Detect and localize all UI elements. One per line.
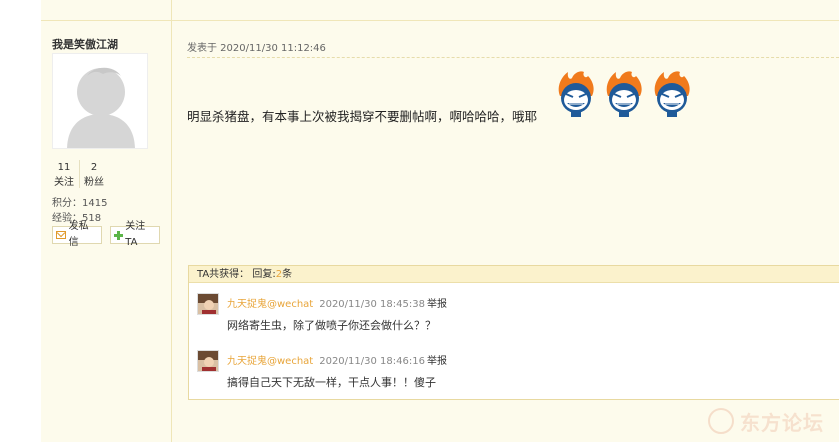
replies-panel: TA共获得： 回复:2条 九天捉鬼@wechat 2020/11/30 18:45… [188,265,839,400]
reply-meta: 九天捉鬼@wechat 2020/11/30 18:46:16 举报 [227,352,447,367]
replies-header: TA共获得： 回复:2条 [189,266,839,283]
site-watermark: 东方论坛 [708,404,834,438]
replies-header-suffix: 条 [282,269,293,280]
mail-icon [56,231,66,239]
reply-meta: 九天捉鬼@wechat 2020/11/30 18:45:38 举报 [227,295,447,310]
watermark-logo-icon [708,408,734,434]
divider [41,20,839,21]
reply-time: 2020/11/30 18:45:38 [319,299,425,310]
post-body: 明显杀猪盘，有本事上次被我揭穿不要删帖啊，啊哈哈哈，哦耶 [187,109,538,124]
report-link[interactable]: 举报 [427,356,447,367]
send-message-button[interactable]: 发私信 [52,221,102,248]
follow-button[interactable]: 关注TA [110,221,160,248]
user-photo-icon [198,294,218,314]
avatar[interactable] [52,53,148,149]
fire-face-emoji-icon [654,71,690,117]
divider [187,57,839,58]
fans-count: 2 [90,162,98,173]
fans-stat[interactable]: 2 粉丝 [82,160,106,190]
author-name[interactable]: 我是笑傲江湖 [52,36,118,52]
post-date: 发表于 2020/11/30 11:12:46 [187,43,326,54]
plus-icon [114,230,124,240]
follow-button-label: 关注TA [125,221,146,248]
reply-avatar[interactable] [197,293,219,315]
reply-author[interactable]: 九天捉鬼@wechat [227,299,313,310]
reply-time: 2020/11/30 18:46:16 [319,356,425,367]
fire-face-emoji-icon [558,71,594,117]
reply-text: 搞得自己天下无敌一样，干点人事！！傻子 [227,376,436,389]
watermark-text: 东方论坛 [740,410,824,435]
follow-label: 关注 [54,177,74,188]
default-avatar-icon [53,54,147,148]
column-divider [171,0,172,442]
reply-author[interactable]: 九天捉鬼@wechat [227,356,313,367]
follow-stat[interactable]: 11 关注 [52,160,76,190]
reply-text: 网络寄生虫，除了做喷子你还会做什么？？ [227,319,436,332]
user-photo-icon [198,351,218,371]
follow-count: 11 [57,162,71,173]
replies-header-prefix: TA共获得： 回复: [197,269,276,280]
divider [79,160,80,188]
send-message-label: 发私信 [68,221,89,248]
reply-avatar[interactable] [197,350,219,372]
score-text: 积分：1415 [52,198,108,209]
report-link[interactable]: 举报 [427,299,447,310]
fire-face-emoji-icon [606,71,642,117]
fans-label: 粉丝 [84,177,104,188]
